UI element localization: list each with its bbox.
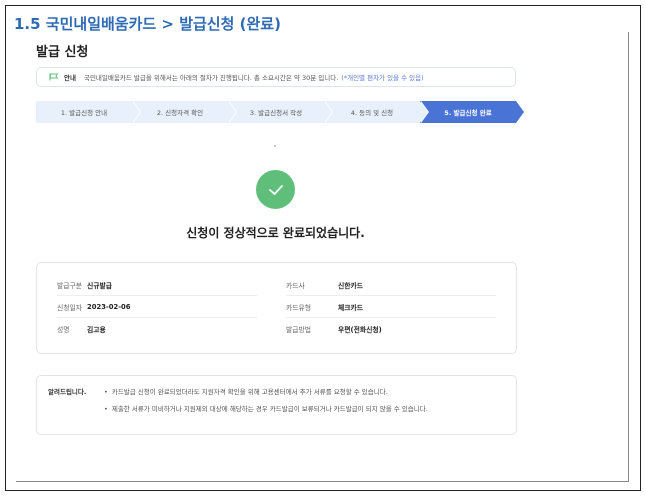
notice-text: 국민내일배움카드 발급을 위해서는 아래의 절차가 진행됩니다. 총 소요시간은… [83,74,339,82]
notice-hint: (*개인별 편차가 있을 수 있음) [341,74,424,82]
step-3: 3. 발급신청서 작성 [228,101,333,123]
success-badge [256,170,295,209]
info-row-issuer: 카드사 신한카드 [286,274,496,296]
completion-message: 신청이 정상적으로 완료되었습니다. [186,226,365,240]
notes-title: 알려드립니다. [48,388,87,396]
section-title: 발급 신청 [36,45,89,60]
info-row-date: 신청일자 2023-02-06 [57,296,257,318]
notes-item: • 카드발급 신청이 완료되었더라도 지원자격 확인을 위해 고용센터에서 추가 … [104,388,388,396]
notes-text: 제출한 서류가 미비하거나 지원제외 대상에 해당하는 경우 카드발급이 보류되… [111,405,428,413]
info-row-type: 발급구분 신규발급 [57,274,257,296]
info-value: 2023-02-06 [87,302,131,311]
step-1: 1. 발급신청 안내 [36,101,141,123]
info-key: 발급방법 [286,326,312,334]
step-5-active: 5. 발급신청 완료 [420,101,525,123]
info-value: 신규발급 [87,281,113,290]
notes-text: 카드발급 신청이 완료되었더라도 지원자격 확인을 위해 고용센터에서 추가 서… [111,388,388,396]
notice-bar: 안내 국민내일배움카드 발급을 위해서는 아래의 절차가 진행됩니다. 총 소요… [36,67,516,87]
notice-label: 안내 [64,74,76,82]
info-key: 카드사 [286,281,305,290]
step-4: 4. 동의 및 신청 [324,101,429,123]
info-value: 김고용 [87,326,106,334]
info-row-card-type: 카드유형 체크카드 [286,296,496,318]
progress-steps: 1. 발급신청 안내 2. 신청자격 확인 3. 발급신청서 작성 4. 동의 … [36,101,525,123]
info-value: 신한카드 [338,281,364,290]
info-value: 우편(전화신청) [338,326,382,334]
info-value: 체크카드 [338,303,364,312]
info-key: 발급구분 [57,281,83,290]
info-key: 카드유형 [286,303,312,312]
application-summary: 발급구분 신규발급 신청일자 2023-02-06 성명 김고용 카드사 신한카… [36,262,517,354]
step-2: 2. 신청자격 확인 [132,101,237,123]
page-title: 1.5 국민내일배움카드 > 발급신청 (완료) [14,15,281,33]
flag-icon [49,73,59,81]
divider-dot [274,145,276,147]
info-row-method: 발급방법 우편(전화신청) [286,318,496,340]
info-row-name: 성명 김고용 [57,318,257,340]
info-key: 신청일자 [57,303,83,312]
notice-box: 알려드립니다. • 카드발급 신청이 완료되었더라도 지원자격 확인을 위해 고용… [36,375,517,435]
info-key: 성명 [57,326,70,334]
check-icon [268,184,283,195]
notes-item: • 제출한 서류가 미비하거나 지원제외 대상에 해당하는 경우 카드발급이 보류… [104,405,428,413]
